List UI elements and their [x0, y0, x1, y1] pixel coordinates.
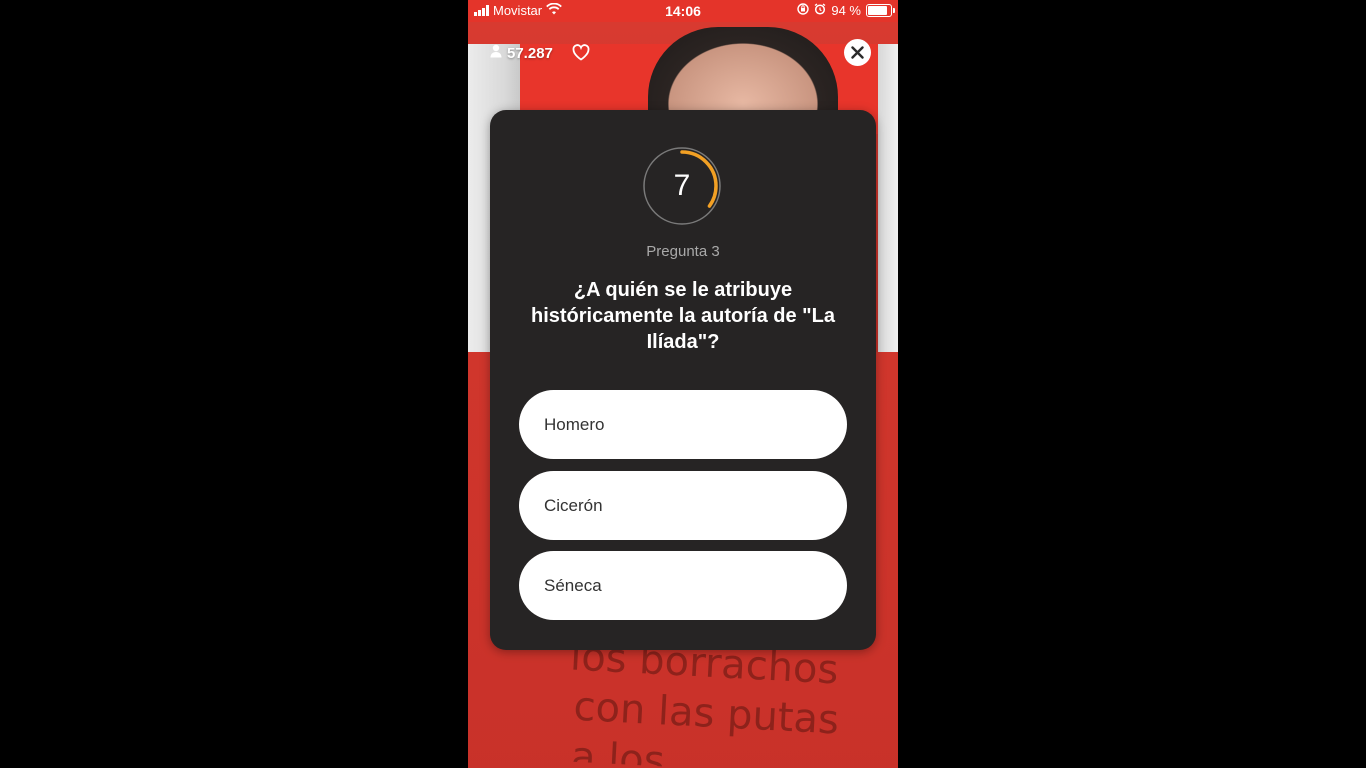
close-icon	[851, 46, 864, 59]
quiz-card: 7 Pregunta 3 ¿A quién se le atribuye his…	[490, 110, 876, 650]
answer-label: Cicerón	[544, 495, 603, 515]
answer-label: Homero	[544, 414, 605, 434]
orientation-lock-icon	[797, 3, 810, 18]
phone-screen: los borrachos con las putas a los ... Mo…	[468, 0, 898, 768]
answer-option-2[interactable]: Cicerón	[519, 471, 847, 540]
battery-icon	[866, 4, 895, 17]
shirt-print-text: los borrachos con las putas a los ...	[565, 631, 898, 768]
status-bar: Movistar 14:06 94 %	[468, 0, 898, 22]
answer-option-3[interactable]: Séneca	[519, 551, 847, 620]
close-button[interactable]	[844, 39, 871, 66]
alarm-icon	[814, 3, 826, 18]
person-icon	[490, 44, 502, 62]
viewer-count: 57.287	[507, 44, 553, 62]
heart-icon[interactable]	[572, 44, 590, 66]
question-text: ¿A quién se le atribuye históricamente l…	[530, 279, 835, 353]
countdown-timer: 7	[642, 146, 722, 226]
background-wall-right	[878, 44, 898, 364]
question-number: Pregunta 3	[646, 243, 720, 260]
battery-percent: 94 %	[831, 3, 861, 18]
answer-label: Séneca	[544, 575, 602, 595]
status-right: 94 %	[797, 3, 895, 18]
viewer-counter: 57.287	[490, 44, 553, 62]
timer-value: 7	[673, 169, 691, 202]
answer-option-1[interactable]: Homero	[519, 390, 847, 459]
